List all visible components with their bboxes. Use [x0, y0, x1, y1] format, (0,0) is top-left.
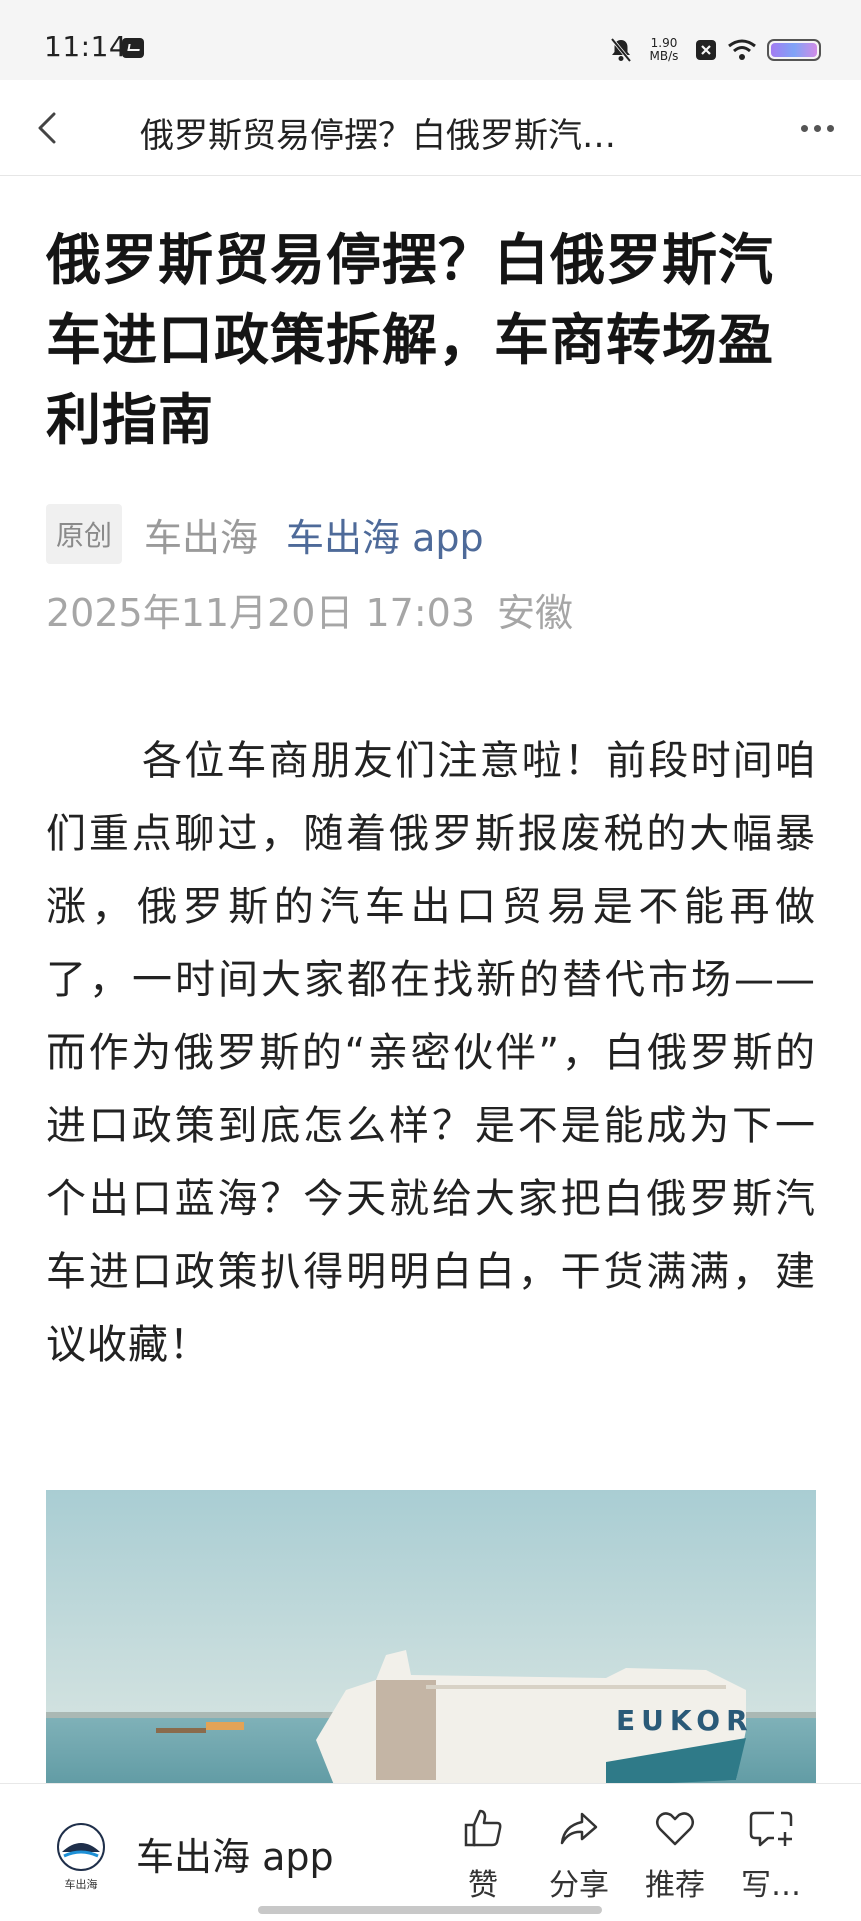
network-speed-value: 1.90 — [650, 36, 678, 50]
article-image[interactable]: EUKOR — [46, 1490, 816, 1790]
article-title: 俄罗斯贸易停摆？白俄罗斯汽车进口政策拆解，车商转场盈利指南 — [46, 228, 775, 452]
author-name: 车出海 — [144, 515, 259, 560]
share-icon — [560, 1812, 598, 1845]
network-speed: 1.90 MB/s — [643, 37, 685, 63]
ship-label: EUKOR — [616, 1704, 754, 1737]
recommend-label: 推荐 — [645, 1868, 705, 1903]
status-bar: 11:14 1.90 MB/s — [0, 0, 861, 80]
brand-logo-text: 车出海 — [64, 1878, 98, 1891]
close-box-icon — [695, 39, 717, 61]
publish-date: 2025年11月20日 17:03 — [46, 591, 476, 635]
status-time: 11:14 — [44, 30, 128, 63]
write-comment-button[interactable]: 写… — [726, 1806, 816, 1904]
original-tag: 原创 — [46, 504, 123, 564]
share-button[interactable]: 分享 — [534, 1806, 624, 1904]
nav-title: 俄罗斯贸易停摆？白俄罗斯汽… — [140, 116, 616, 156]
account-link[interactable]: 车出海 app — [286, 507, 484, 562]
home-indicator[interactable] — [258, 1906, 602, 1914]
comment-add-icon — [749, 1811, 793, 1847]
status-right-group: 1.90 MB/s — [609, 32, 821, 68]
thumbs-up-icon — [464, 1809, 502, 1847]
publish-info: 2025年11月20日 17:03 安徽 — [46, 582, 816, 637]
wifi-icon — [727, 39, 757, 61]
network-speed-unit: MB/s — [649, 49, 679, 63]
article-meta: 原创 车出海 车出海 app — [46, 504, 816, 564]
chevron-left-icon[interactable] — [24, 104, 72, 152]
publish-location: 安徽 — [497, 591, 574, 635]
recommend-button[interactable]: 推荐 — [630, 1806, 720, 1904]
battery-icon — [767, 39, 821, 61]
write-comment-label: 写… — [741, 1868, 801, 1903]
article-paragraph: 各位车商朋友们注意啦！前段时间咱们重点聊过，随着俄罗斯报废税的大幅暴涨，俄罗斯的… — [46, 738, 816, 1368]
like-label: 赞 — [468, 1868, 498, 1903]
article-content: 俄罗斯贸易停摆？白俄罗斯汽车进口政策拆解，车商转场盈利指南 原创 车出海 车出海… — [46, 220, 816, 1422]
share-label: 分享 — [549, 1868, 609, 1903]
brand-logo-icon[interactable] — [56, 1822, 106, 1872]
like-button[interactable]: 赞 — [438, 1806, 528, 1904]
more-horizontal-icon[interactable] — [793, 104, 841, 152]
brand-name[interactable]: 车出海 app — [136, 1826, 334, 1881]
message-icon — [122, 38, 144, 58]
heart-icon — [656, 1812, 694, 1846]
top-nav-bar: 俄罗斯贸易停摆？白俄罗斯汽… — [0, 80, 861, 176]
bottom-action-bar: 车出海 车出海 app 赞 分享 推荐 写… — [0, 1783, 861, 1921]
bell-off-icon — [609, 37, 633, 63]
